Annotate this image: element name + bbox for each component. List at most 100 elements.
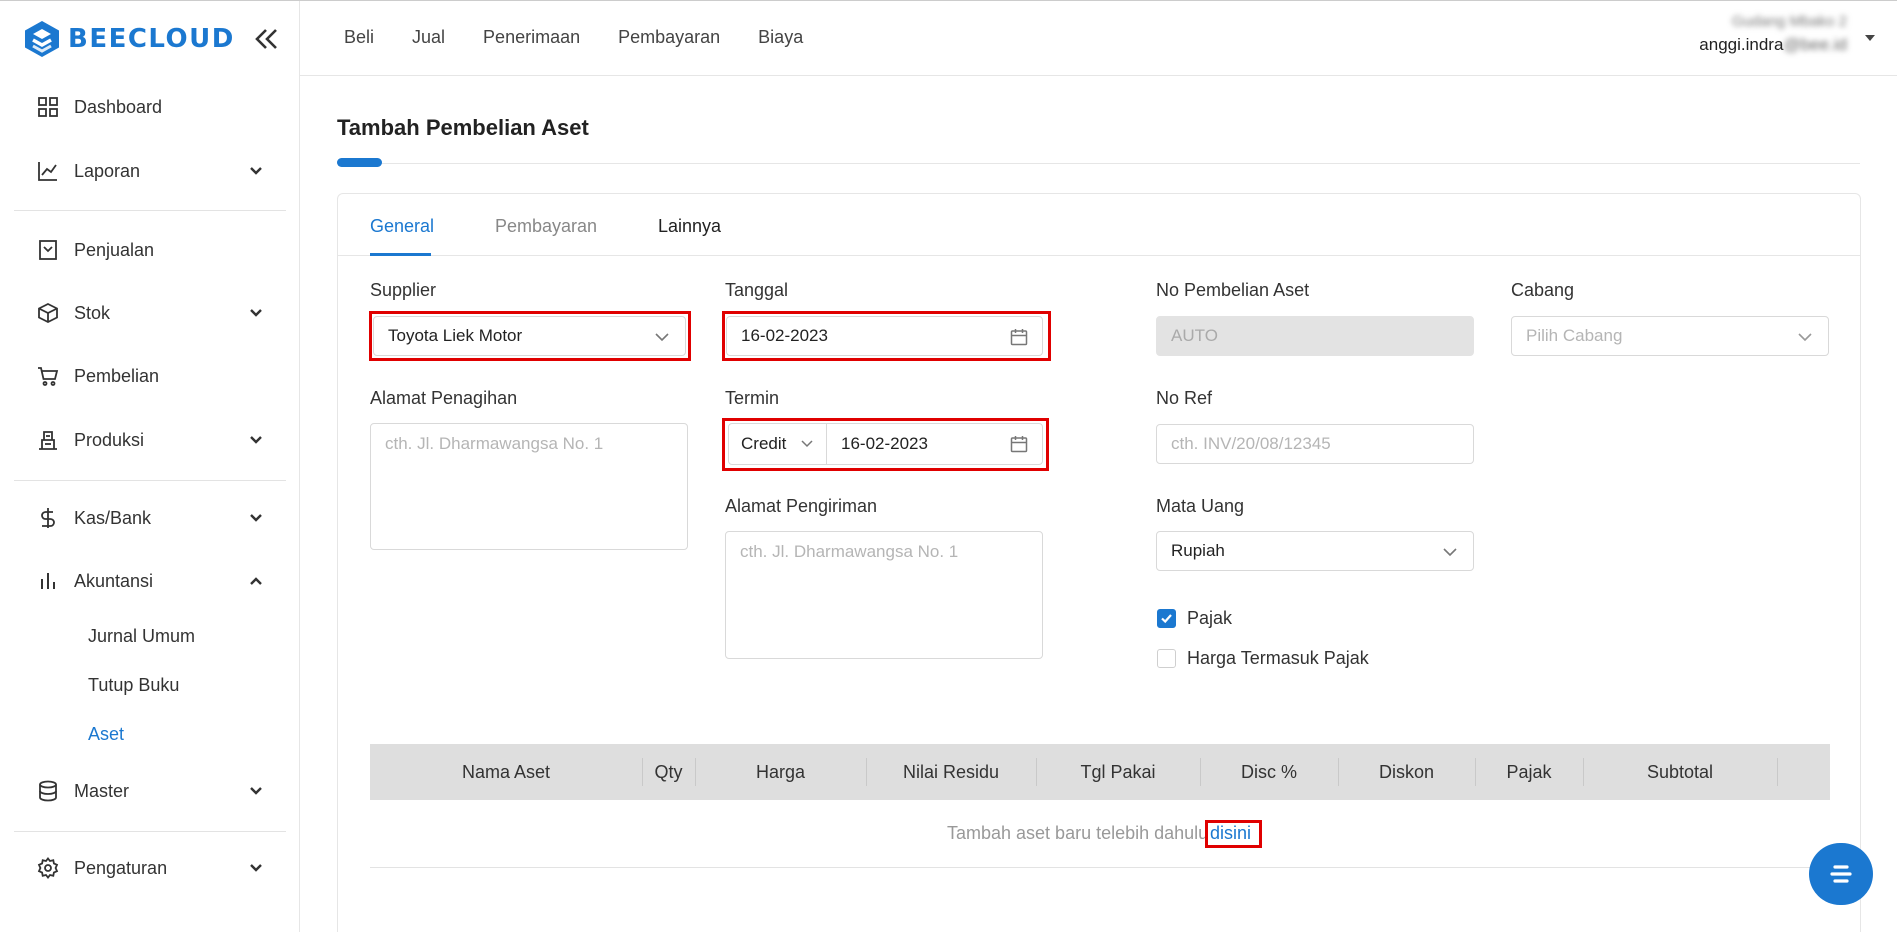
col-nama-aset: Nama Aset xyxy=(461,761,551,782)
cabang-select[interactable]: Pilih Cabang xyxy=(1511,316,1829,356)
user-email-hidden: @bee.id xyxy=(1783,35,1847,54)
caret-down-icon[interactable] xyxy=(1863,33,1877,43)
topnav-pembayaran[interactable]: Pembayaran xyxy=(618,27,720,48)
sidebar-item-kas-bank[interactable]: Kas/Bank xyxy=(36,501,266,535)
chevron-down-icon xyxy=(250,514,262,522)
sidebar-item-pembelian[interactable]: Pembelian xyxy=(36,359,266,393)
no-pembelian-value: AUTO xyxy=(1171,326,1218,345)
chat-button[interactable] xyxy=(1809,843,1873,905)
title-divider xyxy=(337,163,1860,164)
tab-pembayaran[interactable]: Pembayaran xyxy=(495,216,597,237)
sidebar-item-label: Laporan xyxy=(74,160,141,181)
col-tgl-pakai: Tgl Pakai xyxy=(1080,761,1156,782)
sidebar-divider xyxy=(14,210,286,211)
check-icon xyxy=(1161,614,1172,624)
asset-table-empty-row: Tambah aset baru telebih dahulu disini xyxy=(370,800,1830,868)
mata-uang-label: Mata Uang xyxy=(1156,496,1245,516)
top-bar: Beli Jual Penerimaan Pembayaran Biaya Gu… xyxy=(300,1,1897,76)
database-icon xyxy=(36,779,60,803)
col-diskon: Diskon xyxy=(1378,761,1435,782)
col-disc-percent: Disc % xyxy=(1240,761,1297,782)
harga-termasuk-pajak-row[interactable]: Harga Termasuk Pajak xyxy=(1157,648,1369,669)
sidebar-item-label: Akuntansi xyxy=(74,570,154,591)
topnav-beli[interactable]: Beli xyxy=(344,27,374,48)
user-email-visible: anggi.indra xyxy=(1699,35,1784,54)
user-company: Gudang Mbako 2 xyxy=(1731,13,1847,30)
termin-label: Termin xyxy=(725,388,780,408)
alamat-penagihan-textarea[interactable]: cth. Jl. Dharmawangsa No. 1 xyxy=(370,423,688,550)
no-ref-input[interactable]: cth. INV/20/08/12345 xyxy=(1156,424,1474,464)
pajak-label: Pajak xyxy=(1187,608,1233,628)
sidebar-item-laporan[interactable]: Laporan xyxy=(36,154,266,188)
sidebar-item-label: Dashboard xyxy=(74,96,163,117)
cart-icon xyxy=(36,364,60,388)
mata-uang-select[interactable]: Rupiah xyxy=(1156,531,1474,571)
alamat-pengiriman-textarea[interactable]: cth. Jl. Dharmawangsa No. 1 xyxy=(725,531,1043,659)
highlight-add-asset-link xyxy=(1205,820,1262,848)
title-accent-bar xyxy=(337,158,382,167)
mata-uang-value: Rupiah xyxy=(1171,541,1225,560)
bar-chart-icon xyxy=(36,569,60,593)
tab-general[interactable]: General xyxy=(370,216,434,237)
no-ref-placeholder: cth. INV/20/08/12345 xyxy=(1171,434,1331,453)
pajak-checkbox-row[interactable]: Pajak xyxy=(1157,608,1232,629)
chart-line-icon xyxy=(36,159,60,183)
chevron-down-icon xyxy=(250,787,262,795)
supplier-label: Supplier xyxy=(370,280,437,300)
sidebar-item-master[interactable]: Master xyxy=(36,774,266,808)
no-pembelian-label: No Pembelian Aset xyxy=(1156,280,1310,300)
sidebar-subitem-jurnal-umum[interactable]: Jurnal Umum xyxy=(88,626,195,647)
empty-message: Tambah aset baru telebih dahulu xyxy=(947,823,1209,843)
grid-icon xyxy=(36,95,60,119)
sidebar-item-label: Stok xyxy=(74,302,111,323)
topnav-penerimaan[interactable]: Penerimaan xyxy=(483,27,580,48)
sidebar-item-label: Pembelian xyxy=(74,365,160,386)
col-nilai-residu: Nilai Residu xyxy=(902,761,1000,782)
harga-termasuk-pajak-checkbox[interactable] xyxy=(1157,649,1176,668)
no-ref-label: No Ref xyxy=(1156,388,1213,408)
topnav-biaya[interactable]: Biaya xyxy=(758,27,803,48)
alamat-pengiriman-placeholder: cth. Jl. Dharmawangsa No. 1 xyxy=(740,542,959,561)
sidebar-divider xyxy=(14,831,286,832)
chevron-down-icon xyxy=(250,864,262,872)
sidebar-item-dashboard[interactable]: Dashboard xyxy=(36,90,266,124)
chevron-down-icon xyxy=(1443,548,1457,557)
sidebar-subitem-aset[interactable]: Aset xyxy=(88,724,124,745)
pajak-checkbox[interactable] xyxy=(1157,609,1176,628)
tab-lainnya[interactable]: Lainnya xyxy=(658,216,721,237)
highlight-tanggal xyxy=(722,311,1051,361)
receipt-icon xyxy=(36,238,60,262)
sidebar-item-label: Pengaturan xyxy=(74,857,168,878)
col-subtotal: Subtotal xyxy=(1646,761,1714,782)
beecloud-logo-icon xyxy=(25,21,59,57)
chevron-down-icon xyxy=(250,167,262,175)
sidebar-item-pengaturan[interactable]: Pengaturan xyxy=(36,851,266,885)
col-pajak: Pajak xyxy=(1506,761,1552,782)
dollar-icon xyxy=(36,506,60,530)
alamat-penagihan-placeholder: cth. Jl. Dharmawangsa No. 1 xyxy=(385,434,604,453)
chevron-down-icon xyxy=(1798,333,1812,342)
user-menu[interactable]: Gudang Mbako 2 anggi.indra@bee.id xyxy=(1699,13,1847,55)
sidebar-item-stok[interactable]: Stok xyxy=(36,296,266,330)
tab-bar: General Pembayaran Lainnya xyxy=(338,194,1860,256)
sidebar-divider xyxy=(14,480,286,481)
chat-icon xyxy=(1830,865,1852,883)
top-nav: Beli Jual Penerimaan Pembayaran Biaya xyxy=(344,27,803,48)
col-harga: Harga xyxy=(755,761,806,782)
sidebar-subitem-tutup-buku[interactable]: Tutup Buku xyxy=(88,675,179,696)
alamat-penagihan-label: Alamat Penagihan xyxy=(370,388,518,408)
no-pembelian-input: AUTO xyxy=(1156,316,1474,356)
sidebar-item-produksi[interactable]: Produksi xyxy=(36,423,266,457)
highlight-termin xyxy=(722,418,1049,471)
tanggal-label: Tanggal xyxy=(725,280,789,300)
factory-icon xyxy=(36,428,60,452)
chevron-down-icon xyxy=(250,436,262,444)
sidebar-item-akuntansi[interactable]: Akuntansi xyxy=(36,564,266,598)
collapse-sidebar-icon[interactable] xyxy=(252,27,280,51)
sidebar-item-penjualan[interactable]: Penjualan xyxy=(36,233,266,267)
cabang-placeholder: Pilih Cabang xyxy=(1526,326,1623,345)
topnav-jual[interactable]: Jual xyxy=(412,27,445,48)
sidebar-item-label: Penjualan xyxy=(74,239,155,260)
highlight-supplier xyxy=(369,311,691,361)
page-title: Tambah Pembelian Aset xyxy=(337,115,589,140)
